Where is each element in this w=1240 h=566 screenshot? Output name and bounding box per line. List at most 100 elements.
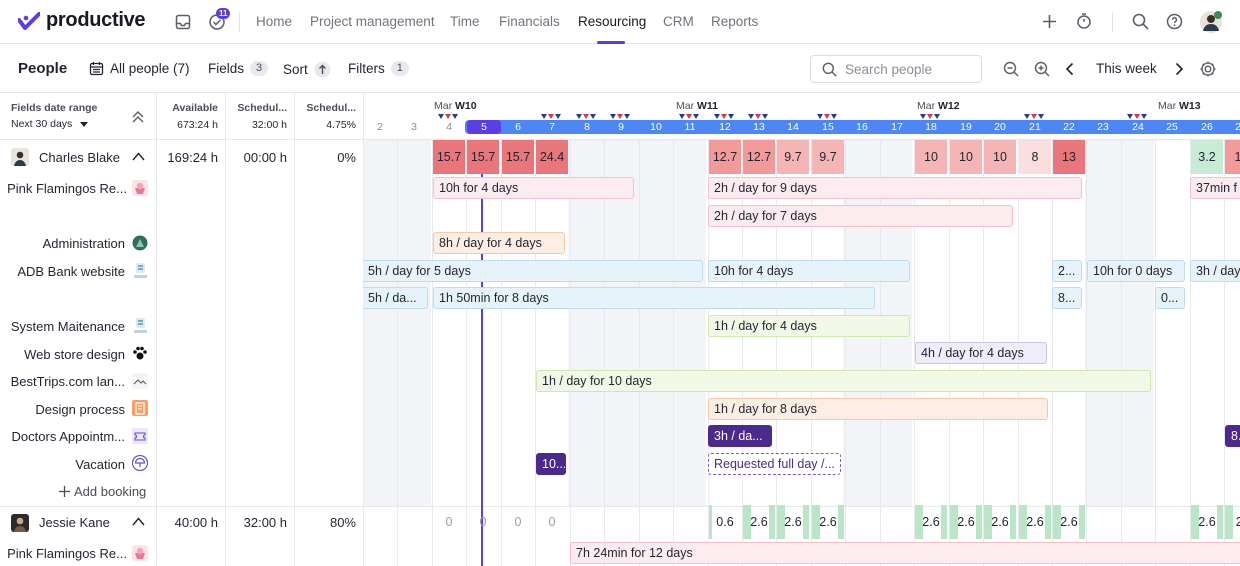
zoom-out-icon[interactable] [1003,61,1019,77]
capacity-cell[interactable]: 3.2 [1191,140,1223,174]
chevron-left-icon[interactable] [1065,62,1075,76]
scheduled-pct-header[interactable]: Schedul... [298,102,356,114]
booking-bar[interactable]: 1h / day for 4 days [708,315,910,337]
search-people-input[interactable]: Search people [810,55,982,83]
view-selector[interactable]: All people (7) [89,61,190,76]
project-name[interactable]: System Maitenance [11,319,125,334]
scheduled-header[interactable]: Schedul... [229,102,287,114]
project-name[interactable]: Vacation [75,457,125,472]
capacity-cell[interactable]: 0.6 [709,505,741,539]
capacity-cell[interactable]: 2.6 [915,505,947,539]
capacity-cell[interactable]: 11 [1225,140,1240,174]
project-name[interactable]: Administration [43,236,125,251]
capacity-cell[interactable]: 2.6 [984,505,1016,539]
chevron-up-icon[interactable] [132,152,145,161]
chevron-right-icon[interactable] [1174,62,1184,76]
capacity-cell[interactable]: 12.7 [743,140,775,174]
booking-bar[interactable]: 1h 50min for 8 days [433,287,875,309]
person-name[interactable]: Charles Blake [39,150,120,165]
nav-financials[interactable]: Financials [499,14,560,29]
booking-bar[interactable]: 5h / day for 5 days [363,260,703,282]
period-label[interactable]: This week [1096,61,1157,76]
day-divider [1155,140,1156,566]
sort-button[interactable]: Sort [283,61,331,78]
capacity-cell[interactable]: 13 [1053,140,1085,174]
booking-bar[interactable]: 5h / da... [363,287,428,309]
capacity-cell[interactable]: 15.7 [433,140,465,174]
available-header[interactable]: Available [160,102,218,114]
capacity-cell[interactable]: 2.6 [812,505,844,539]
booking-bar[interactable]: 0... [1155,287,1185,309]
booking-bar[interactable]: 8... [1052,287,1082,309]
collapse-all-icon[interactable] [131,110,145,124]
week-label: Mar W11 [676,100,719,112]
booking-bar[interactable]: 1h / day for 10 days [536,370,1151,392]
date-range-select[interactable]: Next 30 days [11,118,89,130]
project-name[interactable]: BestTrips.com lan... [11,374,125,389]
capacity-cell[interactable]: 10 [915,140,947,174]
capacity-cell[interactable]: 10 [950,140,982,174]
booking-bar[interactable]: 2... [1052,260,1082,282]
booking-bar[interactable]: 10h for 0 days [1087,260,1185,282]
nav-crm[interactable]: CRM [663,14,694,29]
plus-icon[interactable] [1042,14,1057,29]
project-name[interactable]: Design process [35,402,125,417]
project-name[interactable]: Pink Flamingos Re... [7,181,127,196]
booking-bar[interactable]: 8h / day for 4 days [433,232,565,254]
booking-bar[interactable]: 2h / day for 9 days [708,177,1082,199]
project-name[interactable]: Doctors Appointm... [12,429,125,444]
booking-bar[interactable]: 1h / day for 8 days [708,398,1048,420]
capacity-cell[interactable]: 24.4 [536,140,568,174]
booking-request[interactable]: Requested full day /... [708,453,841,475]
booking-bar[interactable]: 10h for 4 days [708,260,910,282]
booking-bar[interactable]: 3h / day [1190,260,1240,282]
capacity-cell[interactable]: 10 [984,140,1016,174]
nav-reports[interactable]: Reports [711,14,758,29]
timer-icon[interactable] [1076,12,1092,30]
filters-button[interactable]: Filters 1 [348,61,409,76]
logo[interactable]: productive [18,9,146,32]
project-name[interactable]: Pink Flamingos Re... [7,546,127,561]
booking-bar[interactable]: 10... [536,453,566,475]
capacity-cell[interactable]: 2.6 [1053,505,1085,539]
nav-resourcing[interactable]: Resourcing [578,14,646,29]
booking-bar[interactable]: 2h / day for 7 days [708,205,1013,227]
capacity-cell[interactable]: 2.6 [950,505,982,539]
booking-bar[interactable]: 7h 24min for 12 days [570,542,1240,564]
nav-time[interactable]: Time [450,14,480,29]
add-booking-button[interactable]: Add booking [58,484,146,499]
fields-button[interactable]: Fields 3 [208,61,269,76]
person-name[interactable]: Jessie Kane [39,515,110,530]
nav-home[interactable]: Home [256,14,292,29]
capacity-cell[interactable]: 2.6 [743,505,775,539]
project-name[interactable]: Web store design [24,347,125,362]
capacity-cell[interactable]: 0 [433,505,465,539]
capacity-cell[interactable]: 15.7 [467,140,499,174]
capacity-cell[interactable]: 0 [502,505,534,539]
capacity-cell[interactable]: 12.7 [709,140,741,174]
booking-bar[interactable]: 8. [1225,425,1240,447]
capacity-cell[interactable]: 8 [1019,140,1051,174]
zoom-in-icon[interactable] [1034,61,1050,77]
help-icon[interactable] [1166,13,1183,30]
capacity-cell[interactable]: 9.7 [777,140,809,174]
capacity-cell[interactable]: 9.7 [812,140,844,174]
nav-project-management[interactable]: Project management [310,14,435,29]
capacity-cell[interactable]: 2.6 [777,505,809,539]
capacity-cell[interactable]: 0 [536,505,568,539]
booking-bar[interactable]: 10h for 4 days [433,177,634,199]
booking-bar[interactable]: 4h / day for 4 days [915,342,1047,364]
settings-gear-icon[interactable] [1199,60,1217,78]
capacity-cell[interactable]: 0 [467,505,499,539]
capacity-cell[interactable]: 15.7 [502,140,534,174]
capacity-cell[interactable]: 2.6 [1191,505,1223,539]
chevron-up-icon[interactable] [132,517,145,526]
project-name[interactable]: ADB Bank website [17,264,125,279]
booking-bar[interactable]: 3h / da... [708,425,772,447]
booking-bar[interactable]: 37min f [1190,177,1240,199]
user-avatar-icon[interactable] [1199,10,1223,34]
capacity-cell[interactable]: 2. [1225,505,1240,539]
capacity-cell[interactable]: 2.6 [1019,505,1051,539]
inbox-icon[interactable] [175,14,191,30]
search-icon[interactable] [1132,13,1149,30]
